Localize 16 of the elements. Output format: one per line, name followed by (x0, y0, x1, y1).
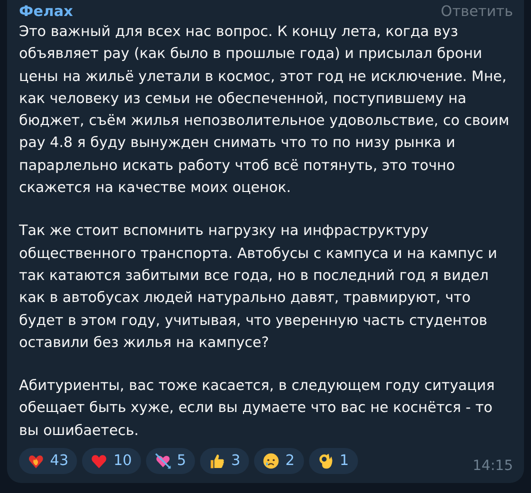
reaction-chip[interactable]: 5 (146, 448, 196, 474)
message-paragraph: Это важный для всех нас вопрос. К концу лета, когда вуз объявляет pay (как было в прошлые года) и присылал брони цены на жильё улетали в космос, этот год не исключение. Мне, как человеку из семьи не обеспеченной, поступившему на бюджет, съём жилья непозволительное удовольствие, со своим pay 4.8 я буду вынужден снимать что то по низу рынка и парарлельно искать работу чтоб всё потянуть, это точно скажется на качестве моих оценок. (19, 23, 510, 198)
reaction-chip[interactable]: 2 (254, 448, 304, 474)
reaction-chip[interactable]: 43 (19, 448, 78, 474)
heart-icon (90, 452, 108, 470)
message-time: 14:15 (472, 458, 513, 474)
thumbs-up-icon (208, 452, 226, 470)
reaction-chip[interactable]: 10 (82, 448, 141, 474)
heart-arrow-icon (154, 452, 172, 470)
message-paragraph: Абитуриенты, вас тоже касается, в следующем году ситуация обещает быть хуже, если вы думаете что вас не коснётся - то вы ошибаетесь. (19, 377, 496, 441)
crying-face-icon (262, 452, 280, 470)
reaction-chip[interactable]: 3 (200, 448, 250, 474)
message-paragraph: Так же стоит вспомнить нагрузку на инфраструктуру общественного транспорта. Автобусы с кампуса и на кампус и так катаются забитыми все года, но в последний год я видел как в автобусах людей натурально давят, травмируют, что будет в этом году, учитывая, что уверенную часть студентов оставили без жилья на кампусе? (19, 222, 498, 353)
author-name[interactable]: Фелах (19, 4, 73, 20)
ok-hand-icon (316, 452, 335, 470)
reaction-chip[interactable]: 1 (308, 448, 358, 474)
